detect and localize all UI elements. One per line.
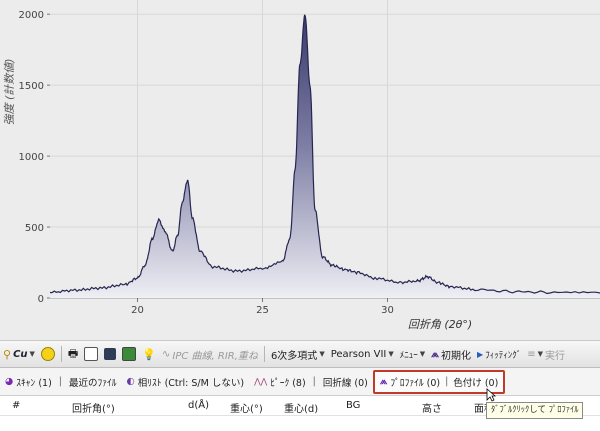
polynomial-label: 6次多項式 [270,350,318,362]
toolbar-divider [60,346,62,362]
polynomial-selector[interactable]: 6次多項式 ▼ [268,343,328,365]
tab-divider: | [445,376,449,387]
lightbulb-icon: 💡 [142,347,157,361]
col-height[interactable]: 高さ [422,400,442,415]
auto-button[interactable] [38,343,58,365]
tab-phase-list[interactable]: ◐ 相ﾘｽﾄ (Ctrl: S/M しない) [122,371,250,393]
tab-recent-files[interactable]: 最近のﾌｧｲﾙ [64,371,122,393]
col-angle[interactable]: 回折角(°) [72,400,115,415]
curve-icon: ∿ [162,348,171,360]
export-icon [84,347,99,361]
pearson-label: Pearson VII [330,348,387,360]
tab-scan[interactable]: ◕ ｽｷｬﾝ (1) [0,371,57,393]
x-tick-label: 25 [256,305,269,316]
tab-divider: | [58,376,62,387]
tooltip: ﾀﾞﾌﾞﾙｸﾘｯｸして ﾌﾟﾛﾌｧｲﾙ [486,402,584,419]
y-axis-label: 強度 (計数値) [3,58,16,125]
mouse-cursor-icon [486,388,496,402]
y-tick-label: 2000 [19,10,44,21]
profile-icon: ⩕ [379,376,388,387]
intensity-area [50,15,600,298]
y-tick-label: 1500 [19,81,44,92]
auto-icon [40,347,55,361]
init-button[interactable]: ⩕ 初期化 [428,343,474,365]
tab-phase-label: 相ﾘｽﾄ (Ctrl: S/M しない) [137,377,245,389]
image-button[interactable] [119,343,139,365]
toolbar-divider [263,346,265,362]
tab-scan-label: ｽｷｬﾝ (1) [16,377,52,389]
col-bg[interactable]: BG [346,400,360,411]
fitting-button[interactable]: ▶ ﾌｨｯﾃｨﾝｸﾞ [474,343,524,365]
chevron-down-icon: ▼ [319,350,325,358]
chevron-down-icon: ▼ [537,350,543,358]
y-tick-label: 0 [38,294,44,305]
run-button[interactable]: ≡ ▼ 実行 [524,343,568,365]
scan-icon: ◕ [5,376,14,387]
phase-icon: ◐ [126,376,135,387]
pearson-selector[interactable]: Pearson VII ▼ [328,343,397,365]
init-label: 初期化 [441,350,472,362]
list-icon: ≡ [527,348,536,360]
tab-coloring-label: 色付け (0) [453,377,499,389]
run-label: 実行 [545,350,565,362]
tab-recent-label: 最近のﾌｧｲﾙ [68,377,117,389]
hint-button[interactable]: 💡 [139,343,159,365]
x-tick-labels: 20 25 30 [131,298,394,316]
print-icon: 🖶 [67,346,79,360]
y-tick-labels: 2000 1500 1000 500 0 [19,10,50,305]
tab-peak[interactable]: ⋀⋀ ﾋﾟｰｸ (8) [249,371,311,393]
grid-lines [50,0,600,299]
col-centroid-angle[interactable]: 重心(°) [230,400,263,415]
tab-strip: ◕ ｽｷｬﾝ (1) | 最近のﾌｧｲﾙ ◐ 相ﾘｽﾄ (Ctrl: S/M し… [0,368,600,396]
tab-profile-label: ﾌﾟﾛﾌｧｲﾙ (0) [390,377,441,389]
x-tick-label: 20 [131,305,144,316]
tab-diffline-label: 回折線 (0) [322,377,368,389]
ipc-overlay-button[interactable]: ∿ IPC 曲線, RIR,重ね [159,343,261,365]
fitting-label: ﾌｨｯﾃｨﾝｸﾞ [485,350,522,361]
save-icon [104,348,117,360]
diffraction-plot[interactable]: 2000 1500 1000 500 0 20 25 30 強度 (計数値) 回折角 (2θ… [0,0,600,340]
image-icon [122,347,137,361]
col-index[interactable]: # [12,400,20,411]
wavelength-icon: ⚲ [3,347,12,361]
chevron-down-icon: ▼ [388,350,394,358]
col-centroid-d[interactable]: 重心(d) [284,400,318,415]
tab-divider: | [312,376,316,387]
peak-icon: ⩕ [431,348,440,360]
export-button[interactable] [81,343,101,365]
save-button[interactable] [101,343,119,365]
y-tick-label: 1000 [19,152,44,163]
peak-list-icon: ⋀⋀ [254,377,268,386]
x-axis-label: 回折角 (2θ°) [408,318,472,331]
play-icon: ▶ [477,349,484,359]
menu-label: ﾒﾆｭｰ [399,350,418,361]
cu-label: Cu [13,348,28,360]
tab-diffraction-lines[interactable]: 回折線 (0) [318,371,373,393]
x-tick-label: 30 [381,305,394,316]
chevron-down-icon: ▼ [419,350,426,358]
y-tick-label: 500 [25,223,44,234]
tab-peak-label: ﾋﾟｰｸ (8) [270,377,306,389]
chevron-down-icon: ▼ [29,350,35,358]
toolbar: ⚲ Cu ▼ 🖶 💡 ∿ IPC 曲線, RIR,重ね 6次多項式 ▼ Pear… [0,340,600,368]
col-d[interactable]: d(Å) [188,400,209,411]
intensity-curve [49,14,600,295]
ipc-label: IPC 曲線, RIR,重ね [172,350,258,362]
menu-button[interactable]: ﾒﾆｭｰ ▼ [397,343,428,365]
chart-svg[interactable]: 2000 1500 1000 500 0 20 25 30 強度 (計数値) 回折角 (2θ… [0,0,600,340]
print-button[interactable]: 🖶 [65,343,81,365]
cu-selector[interactable]: ⚲ Cu ▼ [0,343,38,365]
